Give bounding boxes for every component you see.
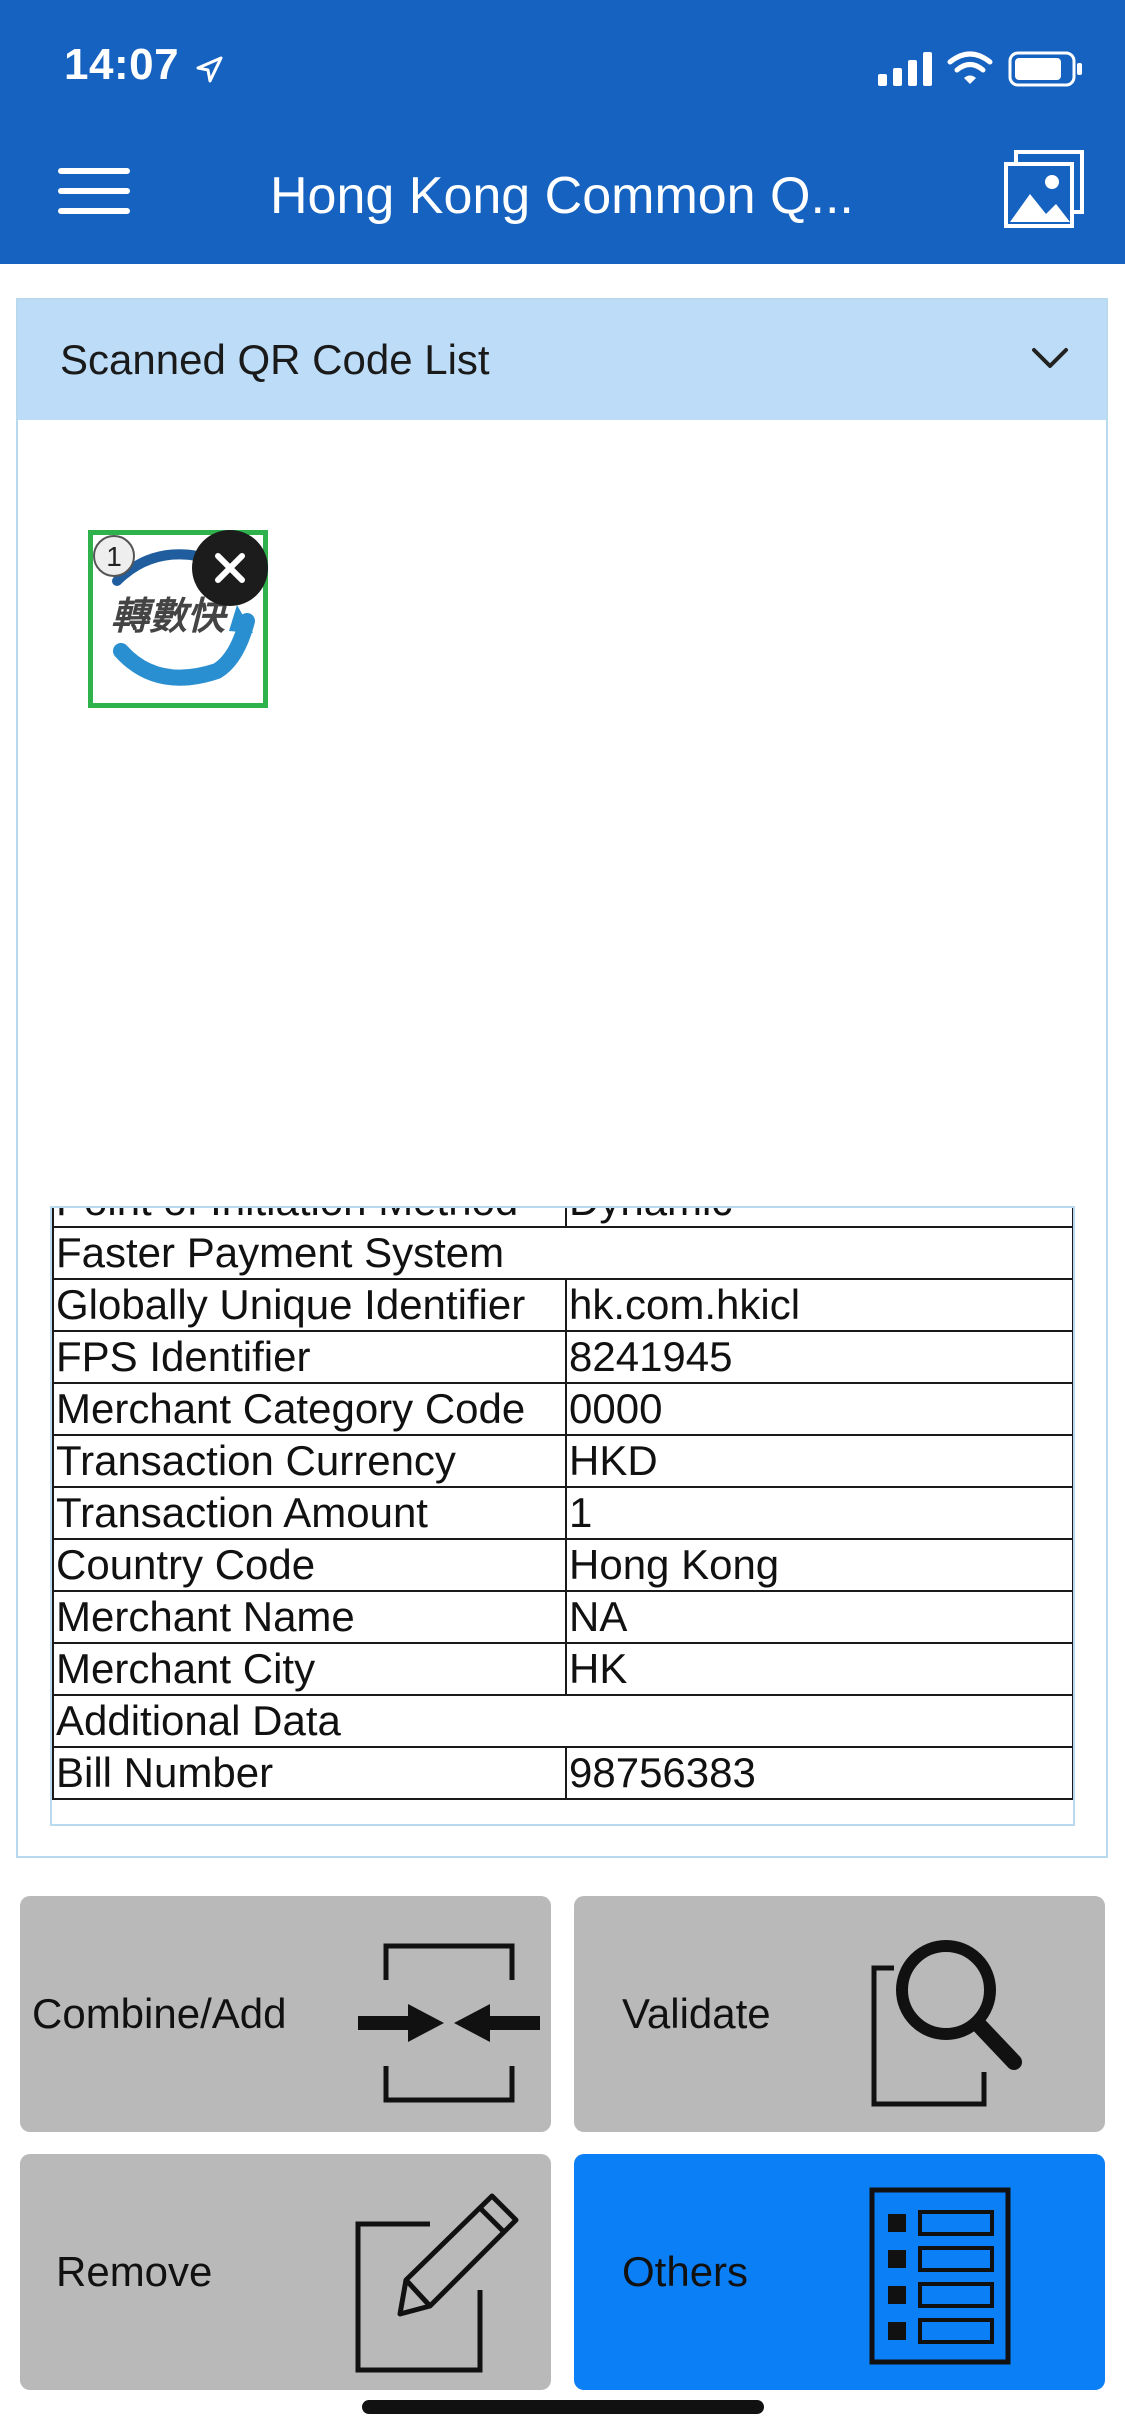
- validate-label: Validate: [622, 1990, 771, 2037]
- top-bar: 14:07 Hong Kong Common Q...: [0, 0, 1125, 264]
- table-row: Transaction Currency HKD: [52, 1434, 1073, 1488]
- table-row: Transaction Amount 1: [52, 1486, 1073, 1540]
- row-value: Hong Kong: [565, 1538, 1073, 1592]
- row-label: Transaction Amount: [52, 1486, 567, 1540]
- gallery-icon[interactable]: [1002, 148, 1086, 232]
- list-icon: [869, 2187, 1011, 2365]
- location-arrow-icon: [196, 56, 223, 83]
- remove-label: Remove: [56, 2248, 213, 2295]
- table-row: Merchant City HK: [52, 1642, 1073, 1696]
- table-row: Bill Number 98756383: [52, 1746, 1073, 1800]
- signal-icon: [878, 52, 932, 86]
- others-button[interactable]: Others: [574, 2154, 1105, 2390]
- combine-add-button[interactable]: Combine/Add: [20, 1896, 551, 2132]
- others-label: Others: [622, 2248, 749, 2295]
- remove-thumbnail-button[interactable]: [192, 530, 268, 606]
- section-label: Faster Payment System: [52, 1226, 1073, 1280]
- row-value: 98756383: [565, 1746, 1073, 1800]
- row-label: Transaction Currency: [52, 1434, 567, 1488]
- table-row: Additional Data: [52, 1694, 1073, 1748]
- battery-icon: [1008, 51, 1082, 87]
- edit-pencil-icon: [355, 2193, 519, 2373]
- page-title: Hong Kong Common Q...: [270, 167, 854, 225]
- section-label: Additional Data: [52, 1694, 1073, 1748]
- row-label: Merchant City: [52, 1642, 567, 1696]
- row-label: Bill Number: [52, 1746, 567, 1800]
- table-row: Faster Payment System: [52, 1226, 1073, 1280]
- row-value: Dynamic: [565, 1208, 1073, 1228]
- panel-header[interactable]: Scanned QR Code List: [18, 300, 1106, 420]
- chevron-down-icon[interactable]: [1030, 344, 1070, 374]
- table-row: Globally Unique Identifier hk.com.hkicl: [52, 1278, 1073, 1332]
- magnifier-icon: [871, 1940, 1022, 2107]
- row-value: NA: [565, 1590, 1073, 1644]
- combine-arrows-icon: [358, 1943, 540, 2103]
- row-value: 8241945: [565, 1330, 1073, 1384]
- panel-title: Scanned QR Code List: [60, 336, 490, 383]
- remove-button[interactable]: Remove: [20, 2154, 551, 2390]
- row-value: 0000: [565, 1382, 1073, 1436]
- row-label: Point of Initiation Method: [52, 1208, 567, 1228]
- row-value: hk.com.hkicl: [565, 1278, 1073, 1332]
- table-row: Merchant Category Code 0000: [52, 1382, 1073, 1436]
- qr-data-table[interactable]: Point of Initiation Method Dynamic Faste…: [50, 1206, 1075, 1826]
- combine-add-label: Combine/Add: [32, 1990, 287, 2037]
- status-time: 14:07: [64, 40, 180, 89]
- row-value: HKD: [565, 1434, 1073, 1488]
- thumbnail-index-badge: 1: [93, 535, 135, 577]
- validate-button[interactable]: Validate: [574, 1896, 1105, 2132]
- row-value: HK: [565, 1642, 1073, 1696]
- table-row: Point of Initiation Method Dynamic: [52, 1208, 1073, 1228]
- close-icon: [215, 553, 245, 583]
- row-label: Merchant Category Code: [52, 1382, 567, 1436]
- table-row: Merchant Name NA: [52, 1590, 1073, 1644]
- table-row: Country Code Hong Kong: [52, 1538, 1073, 1592]
- wifi-icon: [947, 51, 993, 84]
- row-label: Globally Unique Identifier: [52, 1278, 567, 1332]
- row-value: 1: [565, 1486, 1073, 1540]
- row-label: Merchant Name: [52, 1590, 567, 1644]
- row-label: Country Code: [52, 1538, 567, 1592]
- table-row: FPS Identifier 8241945: [52, 1330, 1073, 1384]
- home-indicator: [362, 2400, 764, 2414]
- hamburger-menu-icon[interactable]: [58, 168, 130, 214]
- row-label: FPS Identifier: [52, 1330, 567, 1384]
